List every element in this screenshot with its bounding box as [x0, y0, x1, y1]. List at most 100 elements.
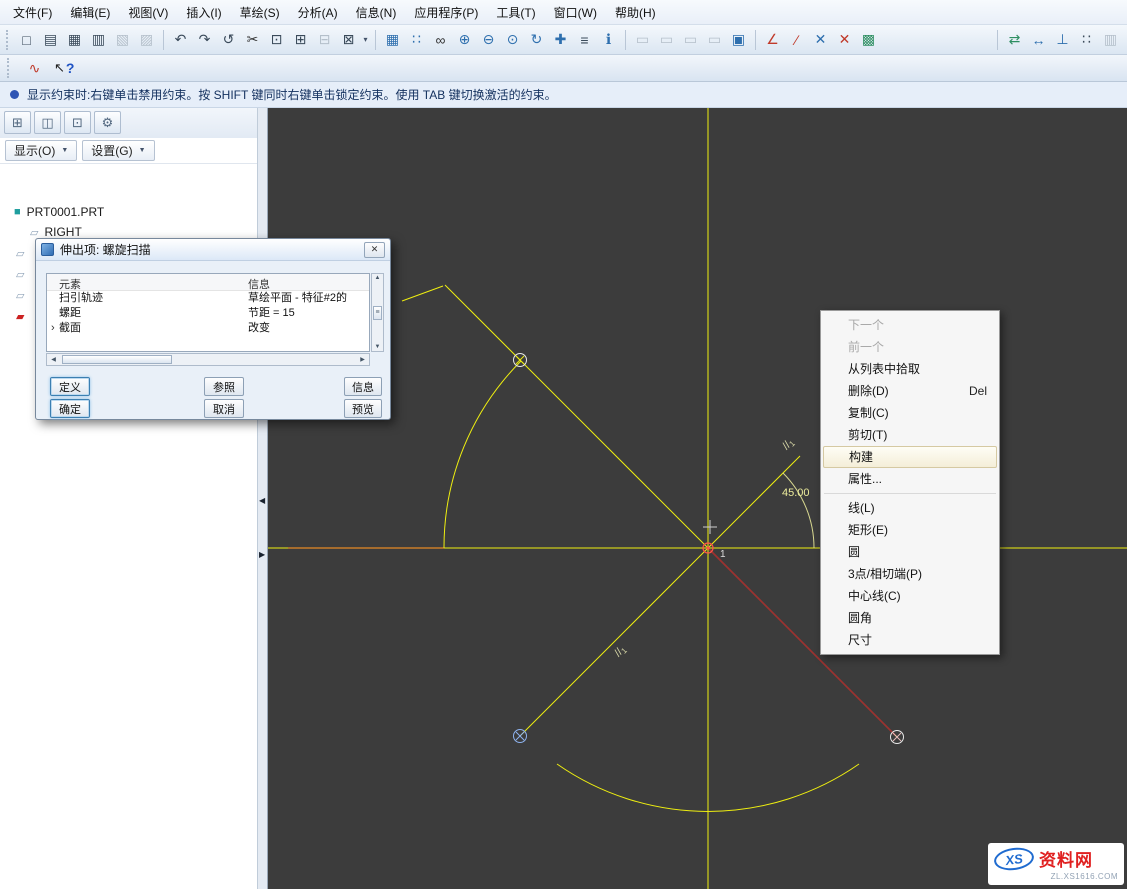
tree-settings-dropdown[interactable]: 设置(G) ▼ — [82, 140, 154, 161]
context-menu-item-fillet[interactable]: 圆角 — [821, 607, 999, 629]
select-rect-icon[interactable]: ⊠ — [337, 29, 360, 51]
layers-icon[interactable]: ≡ — [573, 29, 596, 51]
zoom-in-icon[interactable]: ⊕ — [453, 29, 476, 51]
menu-help[interactable]: 帮助(H) — [606, 1, 665, 24]
menu-tools[interactable]: 工具(T) — [487, 1, 544, 24]
cancel-button[interactable]: 取消 — [204, 399, 244, 418]
context-menu-item-3point-tangent[interactable]: 3点/相切端(P) — [821, 563, 999, 585]
endpoint-circle-top[interactable] — [514, 354, 527, 367]
context-menu-item-pick-from-list[interactable]: 从列表中拾取 — [821, 358, 999, 380]
context-menu-item-copy[interactable]: 复制(C) — [821, 402, 999, 424]
swap-views-icon[interactable]: ⇄ — [1003, 29, 1026, 51]
sketcher-mode-icon[interactable]: ∿ — [23, 57, 46, 79]
undo-list-icon[interactable]: ↺ — [217, 29, 240, 51]
paste-icon[interactable]: ⊞ — [289, 29, 312, 51]
datum-toggle-icon[interactable]: ⊥ — [1051, 29, 1074, 51]
context-menu-item-circle[interactable]: 圆 — [821, 541, 999, 563]
table-row[interactable]: 螺距 节距 = 15 — [47, 306, 369, 321]
vertex-display-icon[interactable]: ∷ — [405, 29, 428, 51]
palette-icon[interactable]: ▩ — [857, 29, 880, 51]
undo-icon[interactable]: ↶ — [169, 29, 192, 51]
save-icon[interactable]: ▦ — [63, 29, 86, 51]
scroll-right-icon[interactable]: ▶ — [356, 356, 369, 363]
context-menu-item-construct[interactable]: 构建 — [823, 446, 997, 468]
constraints-toggle-icon[interactable]: ∠ — [761, 29, 784, 51]
tree-tab-2-icon[interactable]: ◫ — [34, 111, 61, 134]
table-row[interactable]: ›截面 改变 — [47, 321, 369, 336]
datum-plane-icon[interactable]: ▱ — [16, 247, 24, 260]
tree-tab-3-icon[interactable]: ⊡ — [64, 111, 91, 134]
table-vertical-scrollbar[interactable]: ▲ ≡ ▼ — [371, 273, 384, 352]
context-menu-item-properties[interactable]: 属性... — [821, 468, 999, 490]
close-icon[interactable]: ✕ — [364, 242, 385, 258]
table-horizontal-scrollbar[interactable]: ◀ ▶ — [46, 353, 370, 366]
scrollbar-thumb[interactable] — [62, 355, 172, 364]
menu-file[interactable]: 文件(F) — [4, 1, 61, 24]
copy-icon[interactable]: ⊡ — [265, 29, 288, 51]
select-rect-dropdown-caret[interactable]: ▾ — [361, 35, 370, 44]
tree-tab-4-icon[interactable]: ⚙ — [94, 111, 121, 134]
define-button[interactable]: 定义 — [50, 377, 90, 396]
zoom-fit-icon[interactable]: ⊙ — [501, 29, 524, 51]
toolbar-grip[interactable] — [7, 58, 11, 78]
fit-width-icon[interactable]: ↔ — [1027, 29, 1050, 51]
csys-icon[interactable]: ▱ — [16, 289, 24, 302]
context-menu-item-dimension[interactable]: 尺寸 — [821, 629, 999, 651]
menu-view[interactable]: 视图(V) — [119, 1, 177, 24]
table-row[interactable]: 扫引轨迹 草绘平面 - 特征#2的 — [47, 291, 369, 306]
dialog-titlebar[interactable]: 伸出项: 螺旋扫描 ✕ — [36, 239, 390, 261]
context-menu-item-rectangle[interactable]: 矩形(E) — [821, 519, 999, 541]
zoom-out-icon[interactable]: ⊖ — [477, 29, 500, 51]
delete-segment-red-icon[interactable]: ✕ — [833, 29, 856, 51]
tree-item-part[interactable]: ■ PRT0001.PRT — [0, 202, 257, 222]
scrollbar-thumb[interactable]: ≡ — [373, 306, 382, 320]
context-help-button[interactable]: ↖ ? — [54, 60, 74, 76]
endpoint-circle-bottom-right[interactable] — [891, 731, 904, 744]
open-file-icon[interactable]: ▤ — [39, 29, 62, 51]
references-button[interactable]: 参照 — [204, 377, 244, 396]
tree-tab-1-icon[interactable]: ⊞ — [4, 111, 31, 134]
menu-info[interactable]: 信息(N) — [347, 1, 406, 24]
endpoint-circle-bottom-left[interactable] — [514, 730, 527, 743]
scroll-down-icon[interactable]: ▼ — [375, 344, 381, 350]
tree-show-dropdown[interactable]: 显示(O) ▼ — [5, 140, 77, 161]
scroll-up-icon[interactable]: ▲ — [375, 275, 381, 281]
toolbar-grip[interactable] — [6, 30, 10, 50]
preview-button[interactable]: 预览 — [344, 399, 382, 418]
row-expand-icon[interactable]: › — [51, 321, 55, 336]
angle-dimension-arc[interactable] — [783, 473, 814, 548]
sketch-line-diagonal-cross[interactable] — [520, 456, 800, 736]
panel-splitter[interactable]: ◀ ▶ — [258, 108, 268, 889]
active-feature-icon[interactable]: ▰ — [16, 310, 24, 323]
sketch-arc-upper-left[interactable] — [444, 361, 521, 548]
delete-segment-blue-icon[interactable]: ✕ — [809, 29, 832, 51]
new-file-icon[interactable]: □ — [15, 29, 38, 51]
grid-toggle-icon[interactable]: ∷ — [1075, 29, 1098, 51]
collapse-left-icon[interactable]: ◀ — [259, 496, 265, 505]
dims-toggle-icon[interactable]: ∕ — [785, 29, 808, 51]
redo-icon[interactable]: ↷ — [193, 29, 216, 51]
cut-icon[interactable]: ✂ — [241, 29, 264, 51]
datum-plane-icon[interactable]: ▱ — [16, 268, 24, 281]
context-menu-item-cut[interactable]: 剪切(T) — [821, 424, 999, 446]
expand-right-icon[interactable]: ▶ — [259, 550, 265, 559]
edge-partial-icon[interactable]: ▥ — [1099, 29, 1122, 51]
ok-button[interactable]: 确定 — [50, 399, 90, 418]
window-display-icon-5[interactable]: ▣ — [727, 29, 750, 51]
menu-insert[interactable]: 插入(I) — [177, 1, 230, 24]
print-icon[interactable]: ▥ — [87, 29, 110, 51]
menu-window[interactable]: 窗口(W) — [545, 1, 606, 24]
model-info-icon[interactable]: ℹ — [597, 29, 620, 51]
menu-edit[interactable]: 编辑(E) — [61, 1, 119, 24]
scroll-left-icon[interactable]: ◀ — [47, 356, 60, 363]
sketch-display-icon[interactable]: ▦ — [381, 29, 404, 51]
context-menu-item-line[interactable]: 线(L) — [821, 497, 999, 519]
repaint-icon[interactable]: ↻ — [525, 29, 548, 51]
spectacles-check-icon[interactable]: ∞ — [429, 29, 452, 51]
menu-applications[interactable]: 应用程序(P) — [405, 1, 487, 24]
reorient-icon[interactable]: ✚ — [549, 29, 572, 51]
context-menu-item-centerline[interactable]: 中心线(C) — [821, 585, 999, 607]
context-menu-item-delete[interactable]: 删除(D) Del — [821, 380, 999, 402]
angle-dimension-text[interactable]: 45.00 — [782, 487, 810, 499]
menu-sketch[interactable]: 草绘(S) — [231, 1, 289, 24]
